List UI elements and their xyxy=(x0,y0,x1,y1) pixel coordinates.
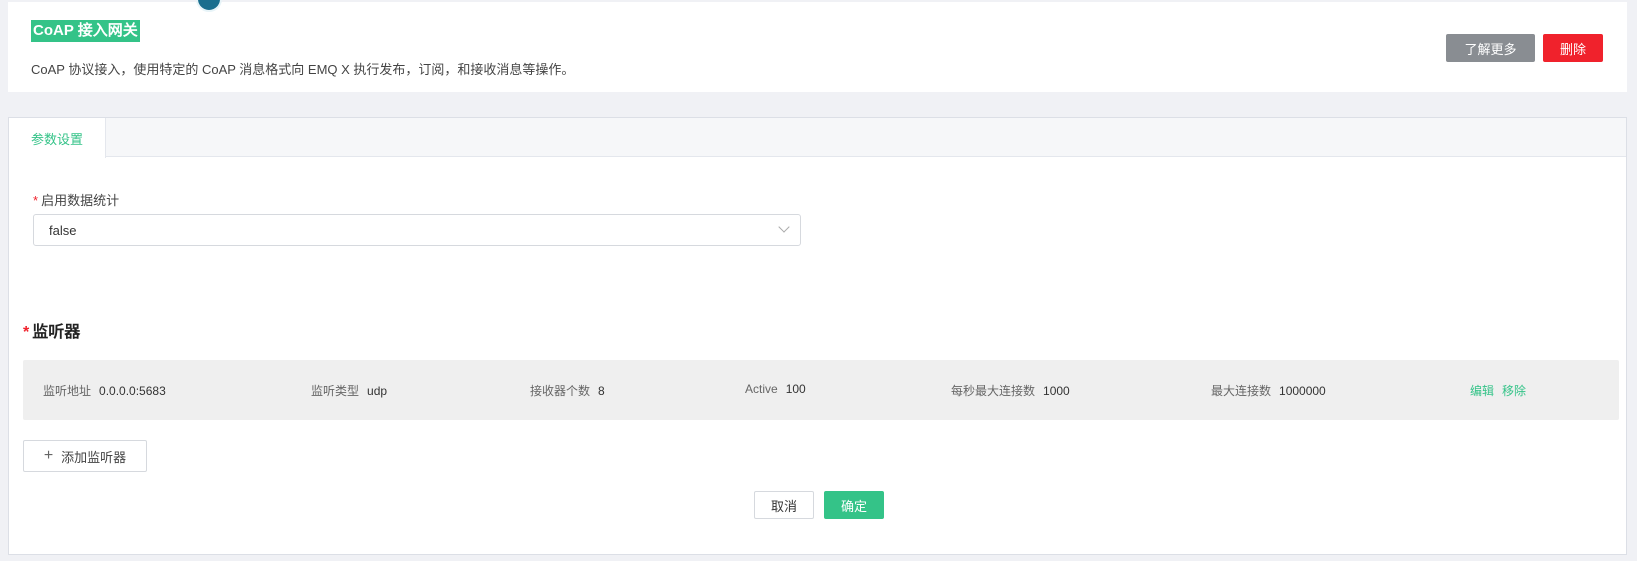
tab-bar: 参数设置 xyxy=(9,118,1626,158)
stats-select[interactable]: false xyxy=(33,214,801,246)
page-title: CoAP 接入网关 xyxy=(31,20,140,42)
learn-more-button[interactable]: 了解更多 xyxy=(1446,34,1535,62)
confirm-button[interactable]: 确定 xyxy=(824,491,884,519)
add-listener-button[interactable]: + 添加监听器 xyxy=(23,440,147,472)
stats-select-value: false xyxy=(49,223,77,238)
chevron-down-icon xyxy=(778,221,790,233)
stats-field-label-text: 启用数据统计 xyxy=(41,193,120,208)
add-listener-label: 添加监听器 xyxy=(61,449,127,465)
listener-address: 监听地址 0.0.0.0:5683 xyxy=(43,384,166,398)
gateway-header-card: CoAP 接入网关 CoAP 协议接入，使用特定的 CoAP 消息格式向 EMQ… xyxy=(8,0,1627,92)
plus-icon: + xyxy=(43,447,54,464)
listeners-title-text: 监听器 xyxy=(32,324,81,341)
required-mark: * xyxy=(23,324,30,341)
listener-active: Active 100 xyxy=(745,382,806,396)
required-mark: * xyxy=(33,193,39,208)
edit-listener-link[interactable]: 编辑 xyxy=(1470,382,1494,399)
user-avatar[interactable] xyxy=(196,0,222,12)
delete-button[interactable]: 删除 xyxy=(1543,34,1603,62)
stats-field-label: * 启用数据统计 xyxy=(33,190,119,209)
page-description: CoAP 协议接入，使用特定的 CoAP 消息格式向 EMQ X 执行发布，订阅… xyxy=(31,62,575,77)
cancel-button[interactable]: 取消 xyxy=(754,491,814,519)
listener-acceptors: 接收器个数 8 xyxy=(530,384,605,398)
listener-type: 监听类型 udp xyxy=(311,384,388,398)
tab-parameter-settings[interactable]: 参数设置 xyxy=(9,118,106,158)
remove-listener-link[interactable]: 移除 xyxy=(1502,382,1526,399)
settings-card: 参数设置 * 启用数据统计 false * 监听器 监听地址 0.0.0.0:5683… xyxy=(8,117,1627,555)
listener-max-conn-rate: 每秒最大连接数 1000 xyxy=(951,384,1070,398)
listeners-section-title: * 监听器 xyxy=(23,318,80,342)
listener-row: 监听地址 0.0.0.0:5683 监听类型 udp 接收器个数 8 Active 10… xyxy=(23,360,1619,420)
listener-max-connections: 最大连接数 1000000 xyxy=(1211,384,1326,398)
